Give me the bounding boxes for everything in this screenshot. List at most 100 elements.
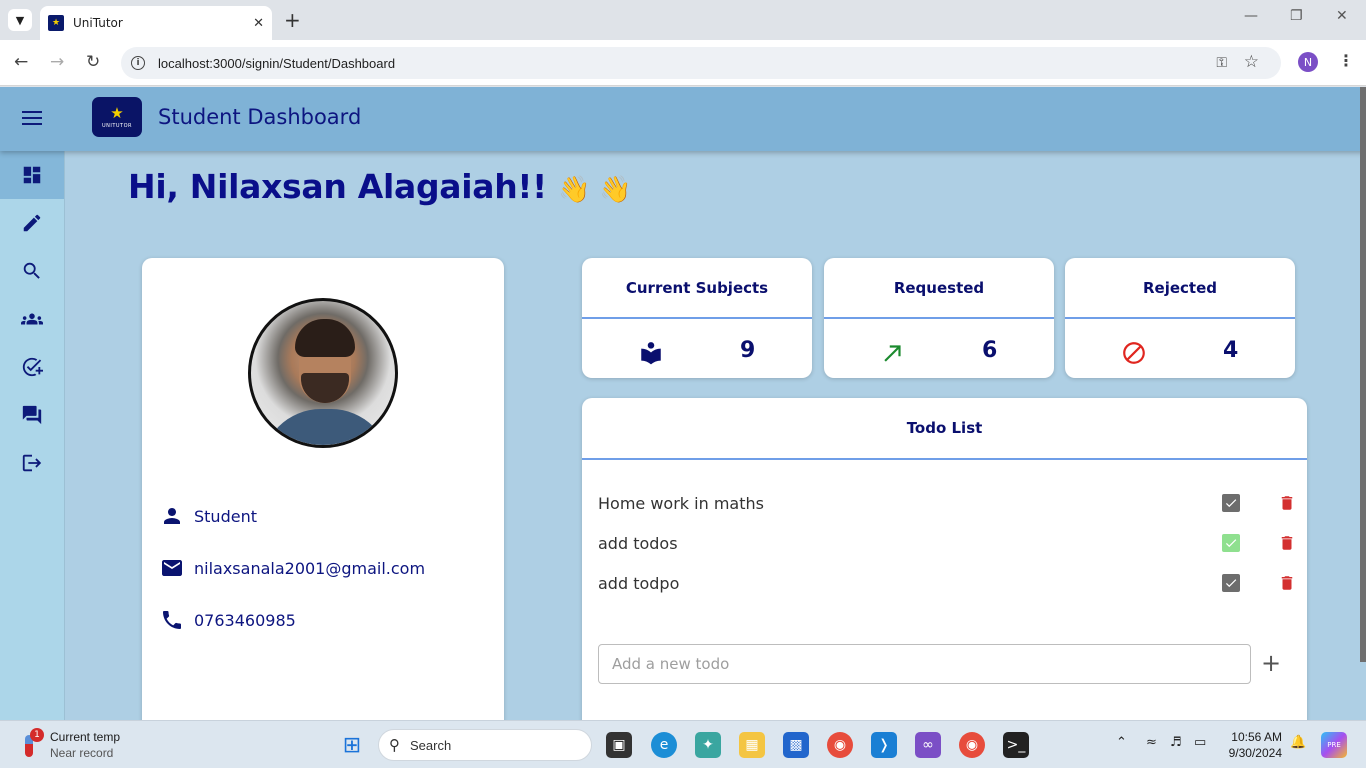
sidebar-item-groups[interactable] — [0, 295, 64, 343]
chat-icon — [22, 405, 42, 425]
vscode-icon[interactable]: ❭ — [871, 732, 897, 758]
back-arrow-icon[interactable]: ← — [14, 52, 28, 72]
trash-icon — [1281, 576, 1293, 590]
sidebar-item-logout[interactable] — [0, 439, 64, 487]
forward-arrow-icon[interactable]: → — [50, 52, 64, 72]
stat-title: Requested — [824, 258, 1054, 319]
arrow-up-right-icon — [884, 345, 901, 362]
greeting-text: Hi, Nilaxsan Alagaiah!! — [128, 167, 547, 206]
system-clock[interactable]: 10:56 AM 9/30/2024 — [1226, 729, 1282, 761]
page-title: Student Dashboard — [158, 105, 362, 129]
todo-checkbox[interactable] — [1222, 494, 1240, 512]
weather-badge: 1 — [30, 728, 44, 742]
browser-tab-strip: ▼ ★ UniTutor ✕ + — ❐ ✕ — [0, 0, 1366, 40]
browser-menu-icon[interactable]: ⋮ — [1338, 51, 1354, 70]
window-close-icon[interactable]: ✕ — [1336, 8, 1348, 24]
todo-title: Todo List — [582, 398, 1307, 460]
tray-chevron-up-icon[interactable]: ⌃ — [1116, 735, 1127, 750]
person-icon — [164, 508, 180, 524]
todo-checkbox[interactable] — [1222, 574, 1240, 592]
waving-hand-emoji: 👋 👋 — [558, 175, 632, 205]
taskbar-search[interactable]: ⚲ Search — [378, 729, 592, 761]
restore-icon[interactable]: ❐ — [1290, 8, 1303, 24]
battery-icon[interactable]: ▭ — [1194, 735, 1206, 750]
stat-value: 9 — [740, 338, 756, 363]
address-bar: ← → ↻ i localhost:3000/signin/Student/Da… — [0, 40, 1366, 86]
url-omnibox[interactable]: i localhost:3000/signin/Student/Dashboar… — [121, 47, 1281, 79]
tab-search-chevron-icon[interactable]: ▼ — [8, 9, 32, 31]
logout-icon — [22, 454, 42, 472]
copilot-icon[interactable]: PRE — [1321, 732, 1347, 758]
check-icon — [1225, 499, 1237, 508]
browser-profile-avatar[interactable]: N — [1298, 52, 1318, 72]
page-scrollbar[interactable] — [1360, 87, 1366, 662]
stat-title: Current Subjects — [582, 258, 812, 319]
todo-item: Home work in maths — [598, 490, 1293, 518]
todo-card: Todo List Home work in maths add todos a… — [582, 398, 1307, 720]
notification-bell-icon[interactable]: 🔔 — [1290, 735, 1306, 750]
phone-icon — [163, 611, 181, 629]
chrome-icon[interactable]: ◉ — [827, 732, 853, 758]
profile-email-row: nilaxsanala2001@gmail.com — [160, 556, 425, 580]
sidebar-item-tasks[interactable] — [0, 343, 64, 391]
add-todo-button[interactable]: + — [1260, 651, 1282, 677]
tab-close-icon[interactable]: ✕ — [253, 16, 264, 31]
edge-browser-icon[interactable]: e — [651, 732, 677, 758]
windows-start-icon[interactable]: ⊞ — [339, 732, 365, 758]
todo-checkbox[interactable] — [1222, 534, 1240, 552]
snipping-tool-icon[interactable]: ✦ — [695, 732, 721, 758]
stat-title: Rejected — [1065, 258, 1295, 319]
profile-card: Student nilaxsanala2001@gmail.com 076346… — [142, 258, 504, 720]
new-todo-input[interactable] — [598, 644, 1251, 684]
weather-title: Current temp — [50, 730, 121, 744]
stat-card-requested: Requested 6 — [824, 258, 1054, 378]
stat-value: 4 — [1223, 338, 1239, 363]
visual-studio-icon[interactable]: ∞ — [915, 732, 941, 758]
todo-text: add todos — [598, 534, 678, 553]
app-header: ★ UNITUTOR Student Dashboard — [0, 87, 1366, 151]
password-key-icon[interactable]: ⚿ — [1216, 55, 1227, 71]
trash-icon — [1281, 536, 1293, 550]
volume-icon[interactable]: ♬ — [1170, 735, 1182, 750]
stat-card-rejected: Rejected 4 — [1065, 258, 1295, 378]
app-viewport: ★ UNITUTOR Student Dashboard Hi, Nilaxsa… — [0, 87, 1366, 720]
delete-todo-button[interactable] — [1278, 533, 1296, 553]
pencil-icon — [23, 214, 41, 232]
profile-role: Student — [194, 506, 257, 526]
clock-time: 10:56 AM — [1231, 730, 1282, 744]
todo-text: add todpo — [598, 574, 680, 593]
sidebar-item-search[interactable] — [0, 247, 64, 295]
browser-tab[interactable]: ★ UniTutor ✕ — [40, 6, 272, 40]
unitutor-favicon-icon: ★ — [48, 15, 64, 31]
hamburger-menu-icon[interactable] — [22, 111, 42, 125]
todo-item: add todpo — [598, 570, 1293, 598]
minimize-icon[interactable]: — — [1244, 8, 1258, 24]
weather-subtitle: Near record — [50, 746, 114, 760]
trash-icon — [1281, 496, 1293, 510]
task-check-icon — [22, 357, 43, 377]
task-view-icon[interactable]: ▣ — [606, 732, 632, 758]
new-tab-icon[interactable]: + — [284, 8, 301, 32]
sidebar-item-edit[interactable] — [0, 199, 64, 247]
book-reader-icon — [641, 342, 661, 365]
unitutor-logo: ★ UNITUTOR — [92, 97, 142, 137]
chrome-profile-icon[interactable]: ◉ — [959, 732, 985, 758]
clock-date: 9/30/2024 — [1228, 746, 1282, 760]
wifi-icon[interactable]: ≈ — [1146, 735, 1157, 750]
delete-todo-button[interactable] — [1278, 573, 1296, 593]
bookmark-star-icon[interactable]: ☆ — [1244, 52, 1259, 72]
terminal-icon[interactable]: >_ — [1003, 732, 1029, 758]
profile-phone-row: 0763460985 — [160, 608, 296, 632]
reload-icon[interactable]: ↻ — [86, 52, 100, 72]
weather-widget[interactable]: 1 Current temp Near record — [22, 728, 121, 761]
sidebar-item-chat[interactable] — [0, 391, 64, 439]
delete-todo-button[interactable] — [1278, 493, 1296, 513]
copilot-badge: PRE — [1327, 741, 1341, 749]
greeting-heading: Hi, Nilaxsan Alagaiah!! 👋 👋 — [128, 167, 631, 206]
site-info-icon[interactable]: i — [131, 56, 145, 70]
sidebar-item-dashboard[interactable] — [0, 151, 64, 199]
file-explorer-icon[interactable]: ▦ — [739, 732, 765, 758]
todo-text: Home work in maths — [598, 494, 764, 513]
microsoft-store-icon[interactable]: ▩ — [783, 732, 809, 758]
url-text[interactable]: localhost:3000/signin/Student/Dashboard — [158, 56, 395, 71]
